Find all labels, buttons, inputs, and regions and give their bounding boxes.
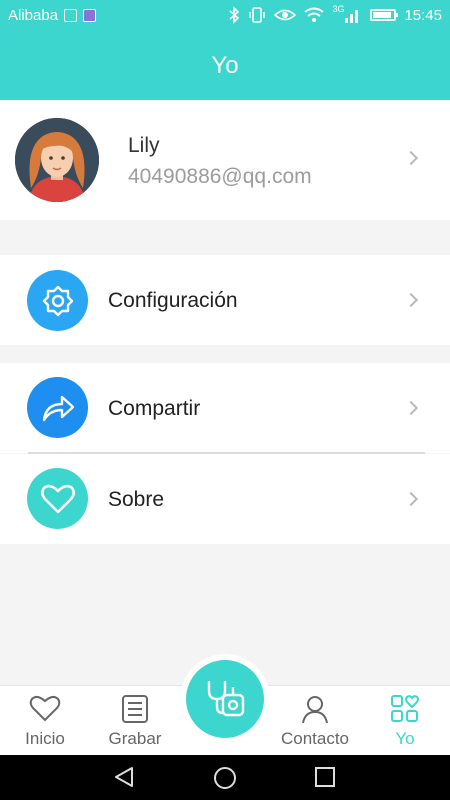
carrier-label: Alibaba [8,7,59,24]
nav-label: Grabar [108,729,162,748]
chevron-right-icon [403,150,419,166]
mail-icon [83,9,97,22]
person-icon [301,694,329,729]
heart-outline-icon [29,694,61,727]
measure-button[interactable] [186,660,264,738]
chevron-right-icon [403,491,419,507]
nav-item-contacto[interactable]: Contacto [270,686,360,756]
stethoscope-icon [203,677,247,722]
nav-item-yo[interactable]: Yo [360,686,450,756]
wifi-icon [304,7,325,22]
status-bar: Alibaba 3G 15:45 [0,0,450,32]
home-icon[interactable] [213,766,237,795]
system-nav-bar [0,755,450,800]
battery-icon [370,9,399,21]
menu-item-label: Sobre [108,488,165,511]
list-icon [121,694,149,729]
menu-item-about[interactable]: Sobre [0,454,450,544]
menu-item-label: Compartir [108,397,201,420]
back-icon[interactable] [113,766,135,793]
nav-label: Contacto [280,729,350,748]
menu-item-share[interactable]: Compartir [0,363,450,453]
menu-item-settings[interactable]: Configuración [0,255,450,345]
chevron-right-icon [403,400,419,416]
clock: 15:45 [404,6,442,24]
avatar [15,118,99,202]
image-icon [64,9,78,22]
eye-icon [274,9,297,21]
nav-label: Yo [395,729,415,748]
network-type: 3G [332,4,345,14]
nav-label: Inicio [25,729,65,748]
chevron-right-icon [403,292,419,308]
nav-item-inicio[interactable]: Inicio [0,686,90,756]
grid-heart-icon [390,694,420,729]
profile-email: 40490886@qq.com [128,165,312,188]
recents-icon[interactable] [314,766,336,793]
signal-icon [345,10,359,23]
nav-item-grabar[interactable]: Grabar [90,686,180,756]
heart-icon [27,468,88,529]
bluetooth-icon [229,6,240,24]
gear-icon [27,270,88,331]
page-title: Yo [211,52,239,79]
vibrate-icon [249,7,266,23]
share-arrow-icon [27,377,88,438]
menu-item-label: Configuración [108,289,238,312]
profile-row[interactable]: Lily 40490886@qq.com [0,100,450,220]
profile-name: Lily [128,134,160,157]
app-header: Yo [0,32,450,100]
